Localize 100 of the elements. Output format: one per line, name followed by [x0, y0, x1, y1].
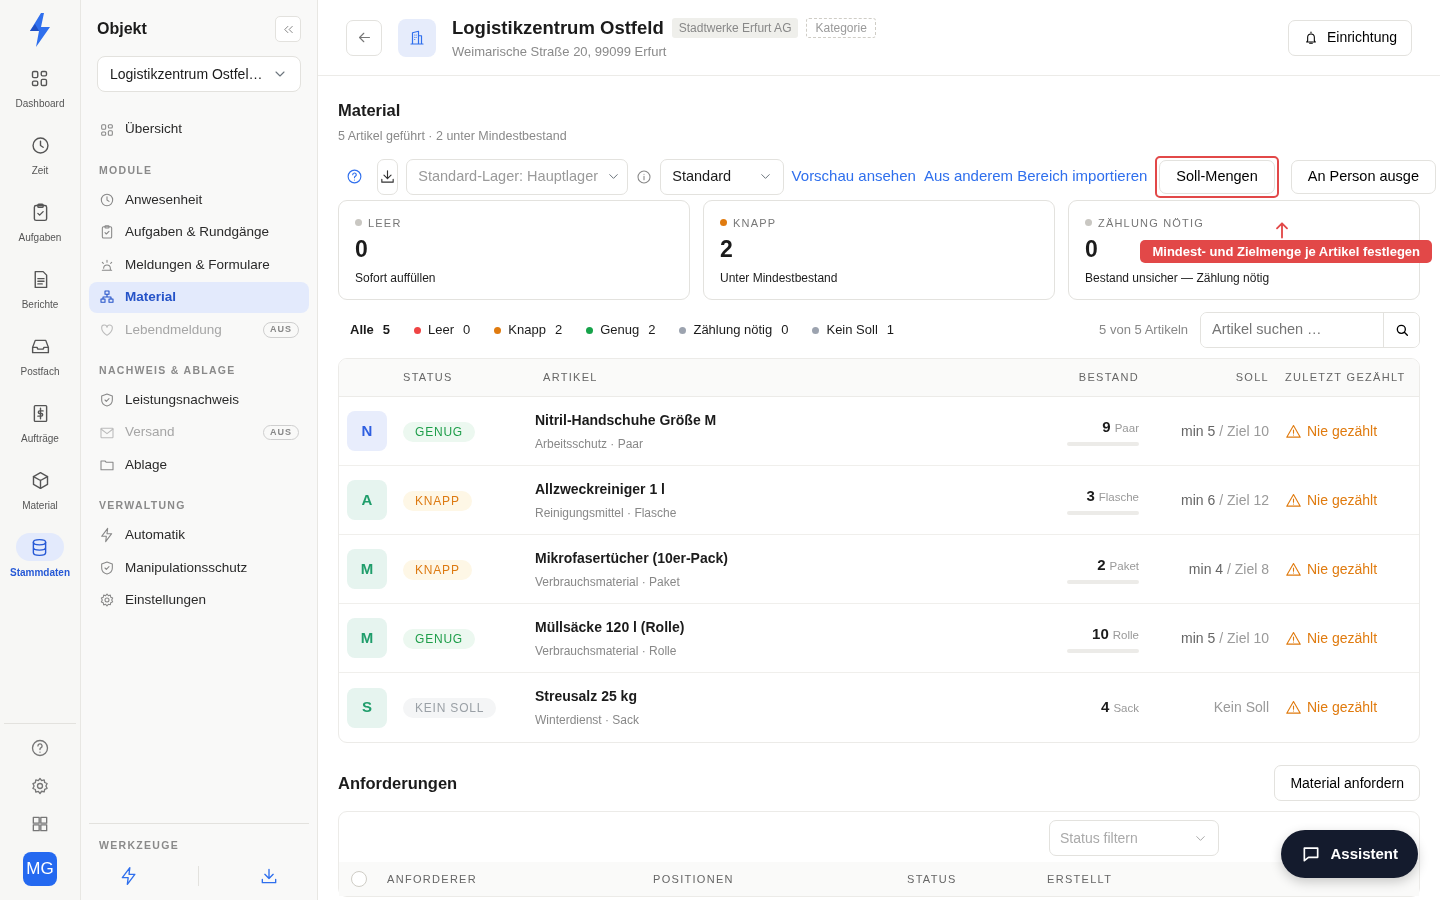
sidebar-item[interactable]: Anwesenheit	[89, 184, 309, 216]
search-button[interactable]	[1383, 313, 1419, 347]
help-icon	[30, 738, 50, 758]
apps-button[interactable]	[30, 814, 50, 834]
column-header: STATUS	[907, 871, 958, 887]
sidebar-item[interactable]: Einstellungen	[89, 584, 309, 616]
help-button[interactable]	[346, 168, 363, 185]
last-counted: Nie gezählt	[1307, 421, 1378, 441]
stock-count: 9	[1102, 417, 1111, 435]
sidebar-item[interactable]: Übersicht	[89, 114, 309, 145]
item-initial: A	[347, 480, 387, 520]
toolbar-button[interactable]: Soll-Mengen	[1159, 159, 1275, 194]
help-button[interactable]	[30, 738, 50, 758]
section-heading: MODULE	[98, 162, 154, 178]
section-title: Anforderungen	[338, 772, 458, 794]
last-counted: Nie gezählt	[1307, 490, 1378, 510]
target-min: min 6	[1181, 491, 1216, 508]
filter-chip[interactable]: Leer 0	[402, 320, 483, 340]
sidebar-item[interactable]: Aufgaben & Rundgänge	[89, 216, 309, 248]
item-meta: Verbrauchsmaterial · Rolle	[535, 642, 678, 660]
building-icon	[408, 28, 426, 47]
toolbar-button[interactable]: An Person ausge	[1290, 159, 1436, 194]
view-select[interactable]: Standard	[660, 158, 784, 195]
section-title: Material	[338, 100, 402, 121]
filter-chip[interactable]: Kein Soll 1	[800, 320, 906, 340]
column-header: BESTAND	[1077, 370, 1140, 386]
stock-count: 10	[1092, 624, 1109, 642]
nav-rail-item[interactable]: Material	[16, 466, 64, 513]
result-count: 5 von 5 Artikeln	[1099, 321, 1188, 340]
last-counted: Nie gezählt	[1307, 559, 1378, 579]
status-badge: KEIN SOLL	[403, 698, 497, 718]
column-header: ANFORDERER	[387, 871, 478, 887]
tooltip: Mindest- und Zielmenge je Artikel festlegen	[1140, 239, 1432, 263]
select-all-checkbox[interactable]	[351, 871, 367, 887]
item-initial: M	[347, 549, 387, 589]
clock-icon	[29, 134, 51, 156]
stat-note: Unter Mindestbestand	[720, 270, 839, 287]
column-header: STATUS	[402, 370, 454, 386]
sidebar-item[interactable]: Leistungsnachweis	[89, 384, 309, 416]
stock-count: 3	[1086, 486, 1095, 504]
stock-unit: Flasche	[1098, 490, 1139, 503]
section-subtitle: 5 Artikel geführt · 2 unter Mindestbestand	[338, 127, 568, 145]
settings-button[interactable]	[30, 776, 50, 796]
status-badge: GENUG	[403, 421, 475, 442]
info-icon	[636, 168, 653, 185]
nav-rail-item[interactable]: Postfach	[16, 332, 64, 379]
item-name: Nitril-Handschuhe Größe M	[535, 410, 718, 430]
search-field[interactable]: Artikel suchen …	[1200, 312, 1420, 348]
filter-chip[interactable]: Alle 5	[338, 320, 403, 340]
stat-label: LEER	[368, 215, 402, 231]
item-name: Müllsäcke 120 l (Rolle)	[535, 617, 686, 637]
client-tag: Stadtwerke Erfurt AG	[671, 17, 799, 38]
target-min: min 5	[1181, 422, 1216, 439]
sidebar-item[interactable]: Meldungen & Formulare	[89, 249, 309, 281]
warning-icon	[1285, 560, 1302, 578]
sidebar-item[interactable]: Automatik	[89, 519, 309, 551]
nav-rail-item[interactable]: Zeit	[16, 131, 64, 178]
stock-unit: Paket	[1109, 559, 1139, 572]
filter-chip[interactable]: Genug 2	[574, 320, 668, 340]
item-initial: N	[347, 411, 387, 451]
clock-icon	[99, 191, 115, 208]
user-avatar[interactable]: MG	[23, 852, 57, 886]
item-initial: M	[347, 618, 387, 658]
stat-value: 2	[720, 237, 733, 263]
stat-value: 0	[1085, 237, 1098, 263]
text-link[interactable]: Aus anderem Bereich importieren	[923, 165, 1148, 188]
item-meta: Verbrauchsmaterial · Paket	[535, 573, 681, 591]
nav-rail-item[interactable]: Berichte	[16, 265, 64, 312]
sidebar-item[interactable]: Material	[89, 281, 309, 313]
stock-unit: Paar	[1114, 421, 1139, 434]
filter-chip[interactable]: Zählung nötig 0	[667, 320, 801, 340]
object-address: Weimarische Straße 20, 99099 Erfurt	[452, 42, 668, 61]
settings-icon	[99, 592, 115, 609]
sidebar-title: Objekt	[97, 19, 147, 39]
column-header: ERSTELLT	[1047, 871, 1114, 887]
stat-value: 0	[355, 237, 368, 263]
object-select[interactable]: Logistikzentrum Ostfel…	[97, 56, 301, 92]
request-button[interactable]: Material anfordern	[1274, 765, 1420, 801]
item-meta: Reinigungsmittel · Flasche	[535, 504, 678, 522]
sidebar-item[interactable]: Manipulationsschutz	[89, 552, 309, 584]
nav-rail-item[interactable]: Dashboard	[15, 64, 65, 111]
text-link[interactable]: Vorschau ansehen	[791, 165, 916, 188]
stat-label: ZÄHLUNG NÖTIG	[1098, 215, 1205, 231]
item-name: Allzweckreiniger 1 l	[535, 479, 666, 499]
nav-rail-item[interactable]: Aufgaben	[16, 198, 64, 245]
heart-icon	[99, 321, 115, 338]
section-heading: NACHWEIS & ABLAGE	[98, 362, 237, 378]
sidebar-item[interactable]: Ablage	[89, 449, 309, 481]
logo-icon	[27, 12, 53, 48]
nav-rail-item[interactable]: Stammdaten	[10, 533, 70, 580]
stock-unit: Rolle	[1112, 628, 1139, 641]
stock-count: 2	[1097, 555, 1106, 573]
nav-rail-item[interactable]: Aufträge	[16, 399, 64, 446]
filter-chip[interactable]: Knapp 2	[482, 320, 575, 340]
setup-button[interactable]: Einrichtung	[1287, 19, 1412, 56]
export-button[interactable]	[377, 158, 399, 195]
bolt-icon	[99, 527, 115, 544]
target-goal: / Ziel 12	[1219, 491, 1269, 508]
assistant-button[interactable]: Assistent	[1281, 830, 1418, 878]
item-meta: Arbeitsschutz · Paar	[535, 435, 645, 453]
